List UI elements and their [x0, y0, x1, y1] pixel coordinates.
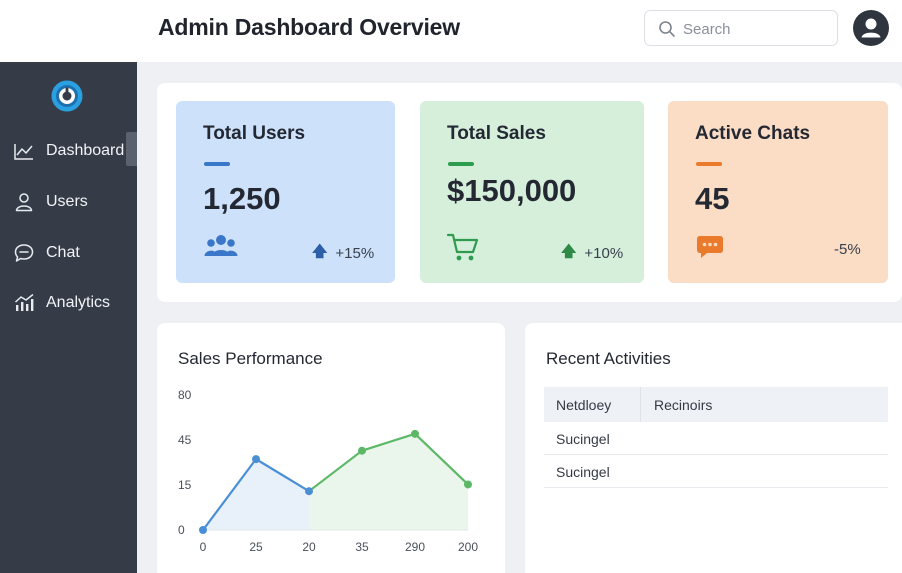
data-point: [199, 526, 207, 534]
y-tick-label: 45: [178, 433, 192, 447]
area-fill-green: [309, 433, 468, 530]
y-tick-label: 0: [178, 523, 185, 537]
x-tick-label: 200: [458, 540, 478, 554]
stat-title: Total Sales: [447, 123, 546, 144]
top-header: Admin Dashboard Overview: [0, 0, 902, 62]
arrow-up-icon: 🡅: [561, 243, 577, 260]
active-indicator: [126, 132, 137, 166]
search-box[interactable]: [644, 10, 838, 46]
x-tick-label: 0: [200, 540, 207, 554]
bar-chart-icon: [14, 293, 34, 311]
panel-title: Recent Activities: [546, 349, 671, 368]
y-tick-label: 15: [178, 478, 192, 492]
shopping-cart-icon: [446, 233, 479, 261]
x-tick-label: 25: [249, 540, 263, 554]
data-point: [252, 455, 260, 464]
stat-underline: [448, 162, 474, 166]
sales-performance-panel: Sales Performance 80 45 15 0 0 25 20 35 290 200: [157, 323, 505, 573]
column-header: Netdloey: [556, 397, 612, 413]
stat-change: 🡅 +15%: [312, 241, 374, 266]
sidebar-item-label: Analytics: [46, 294, 111, 311]
chat-bubble-icon: [14, 244, 34, 262]
y-tick-label: 80: [178, 388, 192, 402]
arrow-up-icon: 🡅: [312, 243, 328, 260]
sidebar-item-label: Dashboard: [46, 142, 125, 159]
stat-card-total-users[interactable]: Total Users 1,250 🡅 +15%: [176, 101, 395, 283]
line-chart-icon: [14, 144, 33, 160]
stat-change-value: -5%: [834, 241, 861, 258]
data-point: [305, 487, 313, 496]
stat-underline: [696, 162, 722, 166]
sidebar-item-label: Users: [46, 193, 88, 210]
stat-value: 45: [695, 181, 730, 216]
activity-table: Netdloey Recinoirs Sucingel Sucingel: [544, 387, 888, 488]
user-icon: [15, 193, 33, 212]
stat-title: Active Chats: [695, 123, 811, 144]
sidebar-item-analytics[interactable]: Analytics: [0, 284, 137, 322]
table-cell: Sucingel: [556, 431, 610, 447]
stat-title: Total Users: [203, 123, 306, 144]
page-title: Admin Dashboard Overview: [158, 14, 460, 40]
stat-change-value: +10%: [584, 245, 624, 262]
data-point: [411, 429, 419, 438]
sidebar: Dashboard Users Chat Analytics: [0, 62, 137, 573]
sales-line-chart: 80 45 15 0 0 25 20 35 290 200: [178, 388, 478, 554]
stat-change: -5%: [834, 241, 861, 258]
stat-change-value: +15%: [335, 245, 375, 262]
x-tick-label: 290: [405, 540, 425, 554]
area-fill-blue: [203, 459, 309, 530]
stat-underline: [204, 162, 230, 166]
recent-activities-panel: Recent Activities Netdloey Recinoirs Suc…: [525, 323, 902, 573]
sidebar-item-label: Chat: [46, 244, 80, 261]
x-tick-label: 20: [302, 540, 316, 554]
sidebar-item-dashboard[interactable]: Dashboard: [0, 132, 137, 170]
stat-value: $150,000: [447, 173, 577, 208]
table-row[interactable]: Sucingel: [544, 422, 888, 455]
column-divider: [640, 387, 641, 422]
stat-card-active-chats[interactable]: Active Chats 45 -5%: [668, 101, 888, 283]
search-icon: [659, 21, 675, 37]
stat-card-total-sales[interactable]: Total Sales $150,000 🡅 +10%: [420, 101, 644, 283]
sidebar-item-users[interactable]: Users: [0, 183, 137, 221]
column-header: Recinoirs: [654, 397, 713, 413]
users-group-icon: [204, 235, 238, 256]
search-input[interactable]: [683, 18, 831, 40]
stat-change: 🡅 +10%: [561, 241, 623, 266]
table-header: Netdloey Recinoirs: [544, 387, 888, 422]
user-avatar[interactable]: [853, 10, 889, 46]
table-row[interactable]: Sucingel: [544, 455, 888, 488]
app-logo[interactable]: [50, 79, 84, 113]
sidebar-item-chat[interactable]: Chat: [0, 234, 137, 272]
table-cell: Sucingel: [556, 464, 610, 480]
stat-value: 1,250: [203, 181, 281, 216]
data-point: [464, 480, 472, 489]
data-point: [358, 446, 366, 455]
x-tick-label: 35: [355, 540, 369, 554]
user-avatar-icon: [861, 18, 881, 38]
chat-dots-icon: [697, 236, 723, 258]
